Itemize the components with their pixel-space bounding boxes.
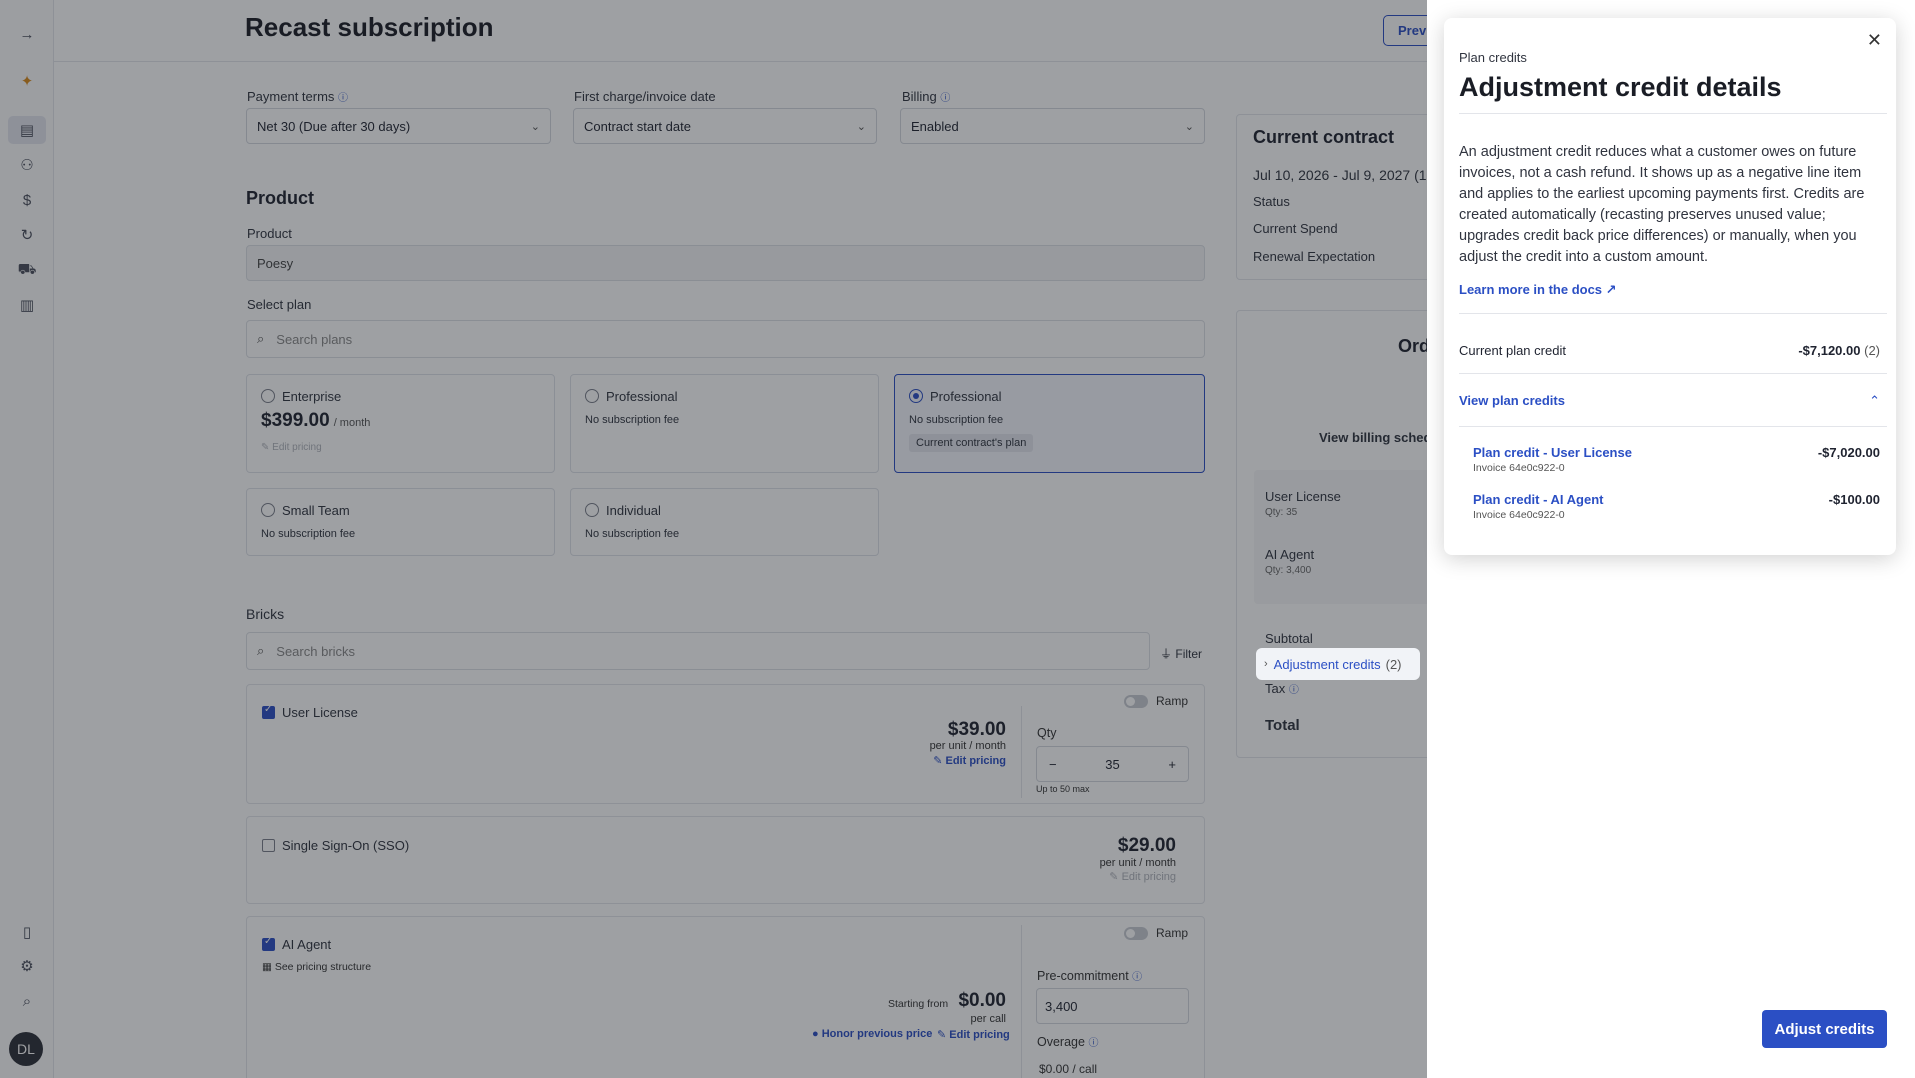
popover-title: Adjustment credit details [1459,72,1782,102]
adjust-credits-button[interactable]: Adjust credits [1762,1010,1887,1048]
credit-link[interactable]: Plan credit - AI Agent [1473,492,1880,507]
divider [1459,426,1887,427]
divider [1459,313,1887,314]
credit-item-ai-agent: Plan credit - AI Agent Invoice 64e0c922-… [1473,492,1880,521]
popover-eyebrow: Plan credits [1459,50,1527,65]
adjustment-credits-toggle[interactable]: › Adjustment credits (2) [1256,648,1420,680]
adjust-credits-container: Adjust credits [1754,1002,1895,1058]
popover-description: An adjustment credit reduces what a cust… [1459,144,1865,265]
view-plan-credits-toggle[interactable]: View plan credits ⌃ [1459,393,1880,409]
adjustment-credit-popover: ✕ Plan credits Adjustment credit details… [1444,18,1896,555]
credit-item-user-license: Plan credit - User License Invoice 64e0c… [1473,445,1880,474]
divider [1459,373,1887,374]
divider [1459,113,1887,114]
current-plan-credit-row: Current plan credit -$7,120.00 (2) [1459,343,1880,358]
close-icon[interactable]: ✕ [1867,30,1882,51]
chevron-up-icon: ⌃ [1869,393,1880,408]
learn-more-link[interactable]: Learn more in the docs ↗ [1459,282,1617,298]
chevron-right-icon: › [1264,658,1268,670]
